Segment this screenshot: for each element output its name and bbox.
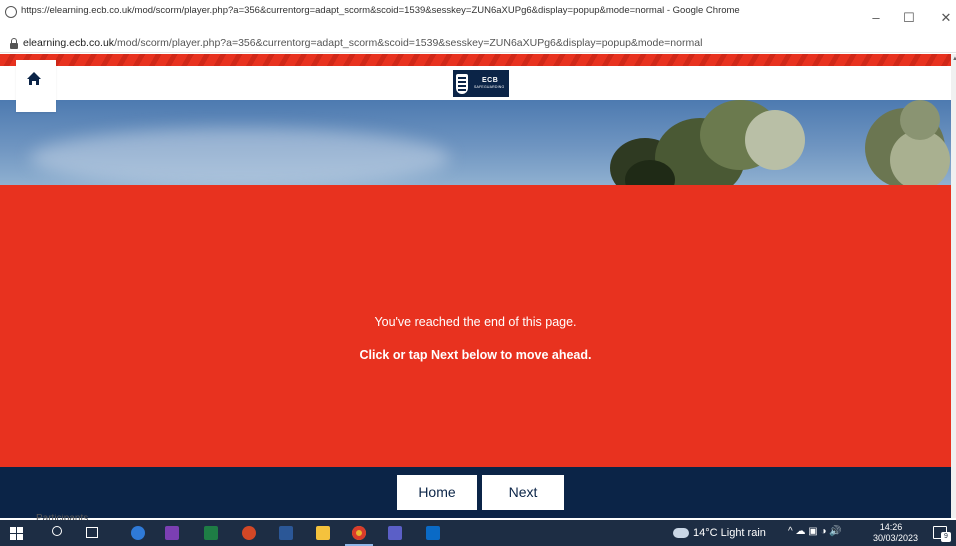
hero-image <box>0 100 951 185</box>
powerpoint-icon[interactable] <box>242 526 256 540</box>
teams-icon[interactable] <box>388 526 402 540</box>
close-icon[interactable]: ✕ <box>936 8 956 28</box>
course-home-button[interactable] <box>16 60 56 112</box>
lock-icon[interactable] <box>10 38 18 49</box>
header-stripe <box>0 54 951 66</box>
clock[interactable]: 14:26 30/03/2023 <box>873 522 919 544</box>
file-explorer-icon[interactable] <box>316 526 330 540</box>
end-of-page-panel: You've reached the end of this page. Cli… <box>0 185 951 467</box>
course-viewport: ECB SAFEGUARDING You've reached the end … <box>0 54 951 518</box>
clock-time: 14:26 <box>879 522 903 532</box>
clock-date: 30/03/2023 <box>873 533 919 543</box>
url-path: /mod/scorm/player.php?a=356&currentorg=a… <box>114 37 703 49</box>
home-button[interactable]: Home <box>397 475 477 510</box>
maximize-icon[interactable]: ☐ <box>899 8 919 28</box>
tray-chevron-icon[interactable]: ^ <box>788 526 793 537</box>
weather-cloud-icon[interactable] <box>673 528 689 538</box>
browser-title-bar: https://elearning.ecb.co.uk/mod/scorm/pl… <box>0 0 956 35</box>
scroll-up-icon[interactable]: ▲ <box>952 56 956 62</box>
logo-sub-text: SAFEGUARDING <box>474 85 505 90</box>
next-button[interactable]: Next <box>482 475 564 510</box>
navigation-footer: Home Next <box>0 467 951 518</box>
word-icon[interactable] <box>279 526 293 540</box>
cortana-icon[interactable] <box>131 526 145 540</box>
next-instruction: Click or tap Next below to move ahead. <box>359 348 592 362</box>
home-icon <box>27 72 41 85</box>
task-view-icon[interactable] <box>86 527 98 538</box>
page-scrollbar[interactable] <box>951 54 956 518</box>
outlook-icon[interactable] <box>426 526 440 540</box>
chrome-icon[interactable] <box>352 526 366 540</box>
ecb-logo: ECB SAFEGUARDING <box>453 70 509 97</box>
minimize-icon[interactable]: – <box>866 8 886 28</box>
weather-text[interactable]: 14°C Light rain <box>693 527 766 539</box>
url-domain: elearning.ecb.co.uk <box>23 37 115 49</box>
excel-icon[interactable] <box>204 526 218 540</box>
system-tray[interactable]: ^ ☁ ▣ ◑ 🔊 <box>788 526 842 537</box>
chrome-page-icon <box>5 6 17 18</box>
windows-start-icon[interactable] <box>10 527 23 540</box>
notification-badge: 9 <box>941 532 951 542</box>
windows-taskbar: 14°C Light rain ^ ☁ ▣ ◑ 🔊 14:26 30/03/20… <box>0 520 956 546</box>
onenote-icon[interactable] <box>165 526 179 540</box>
window-title: https://elearning.ecb.co.uk/mod/scorm/pl… <box>21 5 740 16</box>
url-text[interactable]: elearning.ecb.co.uk/mod/scorm/player.php… <box>23 37 702 49</box>
course-top-nav: ECB SAFEGUARDING <box>0 66 951 100</box>
address-bar[interactable]: elearning.ecb.co.uk/mod/scorm/player.php… <box>0 35 956 53</box>
search-icon[interactable] <box>52 526 62 536</box>
end-message: You've reached the end of this page. <box>374 315 577 329</box>
logo-main-text: ECB <box>482 77 499 85</box>
ecb-crest-icon <box>456 73 468 94</box>
